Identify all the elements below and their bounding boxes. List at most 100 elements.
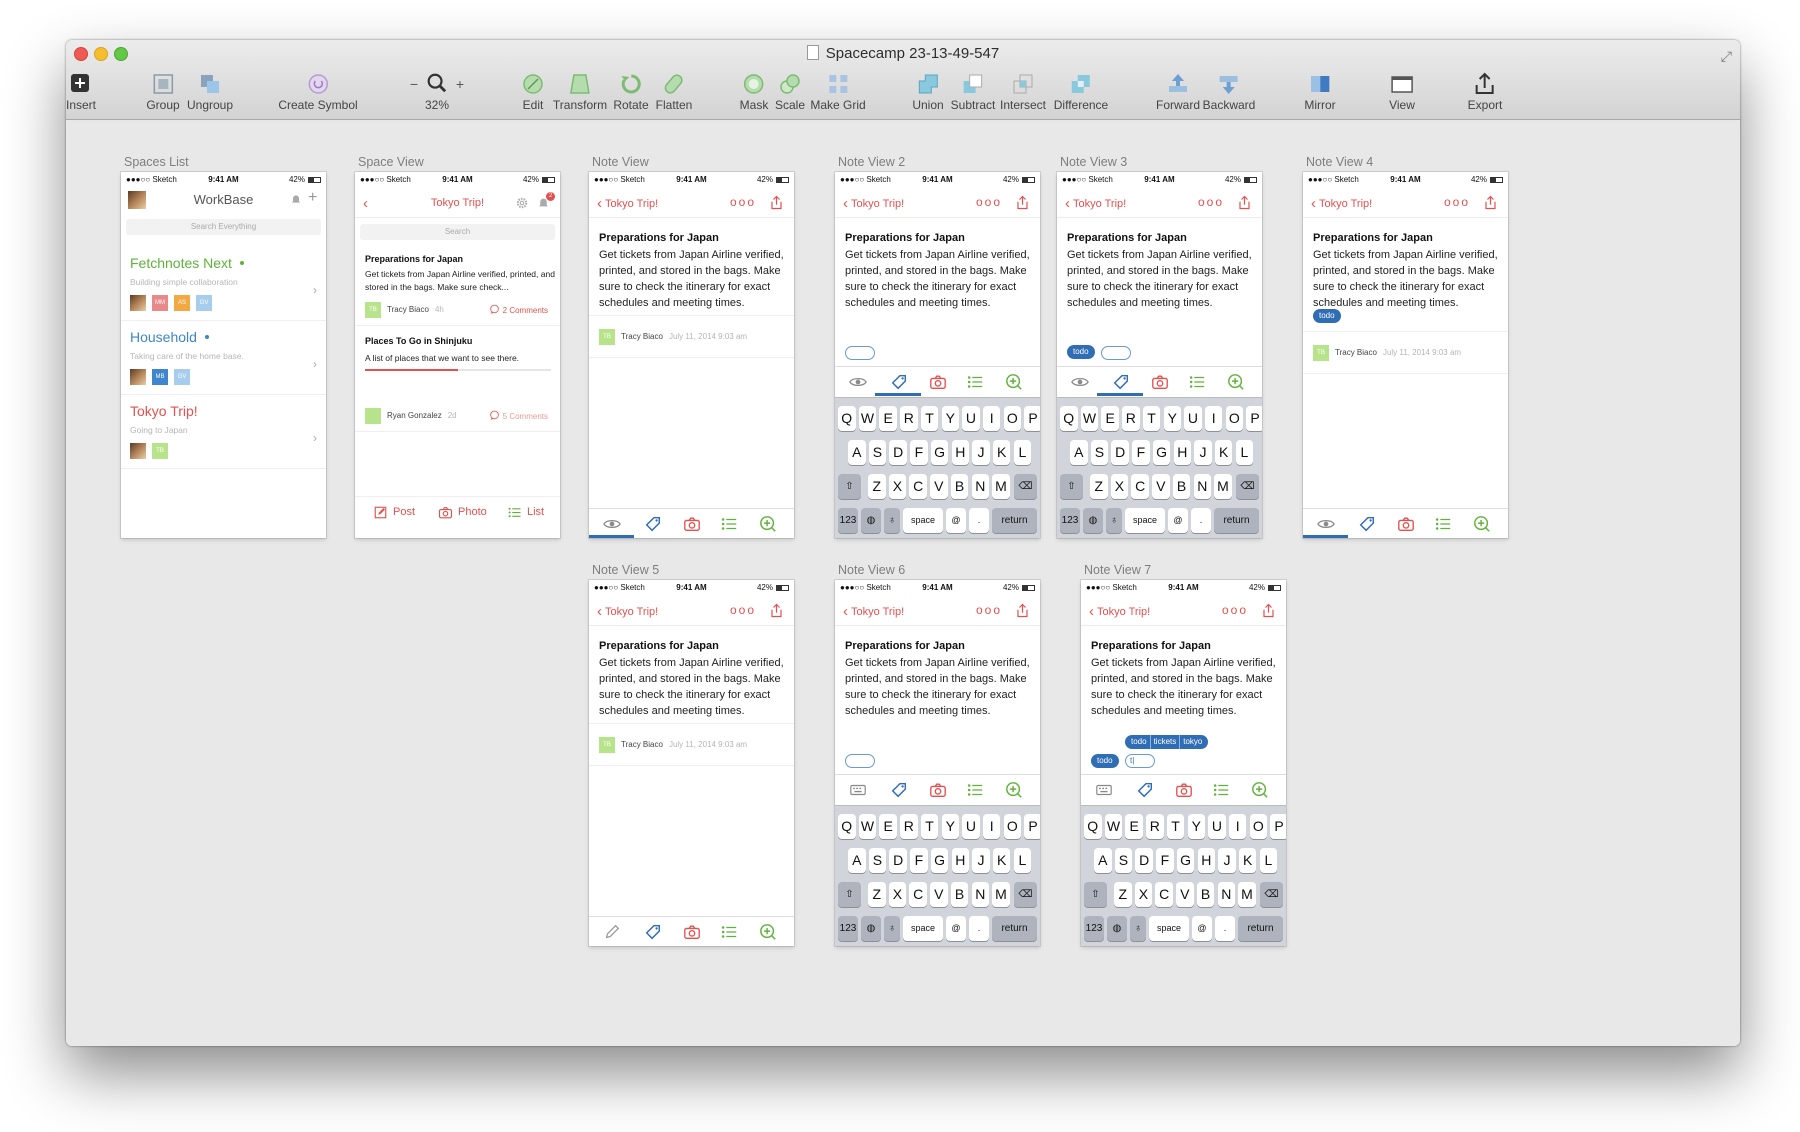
at-key[interactable]: @: [946, 508, 966, 533]
key-w[interactable]: W: [858, 406, 877, 431]
globe-key[interactable]: ◍: [861, 508, 881, 533]
key-y[interactable]: Y: [1163, 406, 1181, 431]
space-name[interactable]: Tokyo Trip!: [130, 403, 198, 419]
key-u[interactable]: U: [1184, 406, 1202, 431]
more-button[interactable]: ooo: [730, 195, 756, 209]
shift-key[interactable]: ⇧: [1084, 882, 1107, 907]
globe-key[interactable]: ◍: [861, 916, 881, 941]
key-r[interactable]: R: [900, 406, 918, 431]
return-key[interactable]: return: [992, 916, 1037, 941]
key-f[interactable]: F: [910, 440, 928, 465]
tag-input[interactable]: [845, 346, 875, 360]
key-u[interactable]: U: [1208, 814, 1226, 839]
shift-key[interactable]: ⇧: [838, 474, 861, 499]
return-key[interactable]: return: [992, 508, 1037, 533]
space-key[interactable]: space: [903, 916, 943, 941]
at-key[interactable]: @: [1168, 508, 1188, 533]
tag-pill[interactable]: todo: [1067, 345, 1095, 359]
tag-suggestion[interactable]: todo: [1128, 735, 1150, 749]
addnote-icon[interactable]: [1227, 373, 1245, 391]
key-h[interactable]: H: [951, 440, 969, 465]
key-w[interactable]: W: [1080, 406, 1099, 431]
key-c[interactable]: C: [909, 882, 927, 907]
key-h[interactable]: H: [1197, 848, 1215, 873]
key-q[interactable]: Q: [838, 406, 856, 431]
action-list-button[interactable]: List: [507, 506, 544, 518]
key-c[interactable]: C: [909, 474, 927, 499]
key-a[interactable]: A: [1094, 848, 1112, 873]
key-p[interactable]: P: [1024, 406, 1040, 431]
key-e[interactable]: E: [1101, 406, 1119, 431]
key-g[interactable]: G: [1152, 440, 1171, 465]
artboard-spaces-list[interactable]: ●●●○○ Sketch 9:41 AM 42% WorkBase + Search Ev…: [121, 172, 326, 538]
key-n[interactable]: N: [971, 474, 989, 499]
shift-key[interactable]: ⇧: [1060, 474, 1083, 499]
tag-icon[interactable]: [644, 515, 662, 533]
zoom-out-button[interactable]: −: [410, 76, 418, 92]
mic-key[interactable]: ♁: [884, 916, 900, 941]
list-icon[interactable]: [1188, 373, 1206, 391]
key-z[interactable]: Z: [868, 882, 886, 907]
mic-key[interactable]: ♁: [1106, 508, 1122, 533]
key-o[interactable]: O: [1003, 406, 1022, 431]
key-b[interactable]: B: [1172, 474, 1191, 499]
fullscreen-icon[interactable]: ⤢: [1721, 48, 1732, 65]
canvas[interactable]: Spaces List ●●●○○ Sketch 9:41 AM 42% WorkBas…: [66, 121, 1740, 1046]
shift-key[interactable]: ⇧: [838, 882, 861, 907]
camera-icon[interactable]: [929, 373, 947, 391]
key-s[interactable]: S: [868, 848, 887, 873]
tag-icon[interactable]: [890, 373, 908, 391]
pencil-icon[interactable]: [603, 923, 621, 941]
eye-icon[interactable]: [1071, 373, 1089, 391]
more-button[interactable]: ooo: [730, 603, 756, 617]
key-s[interactable]: S: [1114, 848, 1133, 873]
artboard-note-view[interactable]: ●●●○○ Sketch 9:41 AM 42% ‹ Tokyo Trip! ooo Pre…: [589, 172, 794, 538]
comments-link[interactable]: 5 Comments: [489, 410, 548, 421]
difference-button[interactable]: Difference: [1054, 72, 1108, 112]
make-grid-button[interactable]: Make Grid: [810, 72, 866, 112]
dot-key[interactable]: .: [969, 916, 989, 941]
key-t[interactable]: T: [920, 406, 939, 431]
camera-icon[interactable]: [683, 515, 701, 533]
share-icon[interactable]: [1261, 602, 1276, 619]
key-l[interactable]: L: [1013, 848, 1032, 873]
tag-input[interactable]: t|: [1125, 754, 1155, 768]
forward-button[interactable]: Forward: [1156, 72, 1200, 112]
key-d[interactable]: D: [1111, 440, 1129, 465]
key-z[interactable]: Z: [868, 474, 886, 499]
artboard-note-view-4[interactable]: ●●●○○ Sketch 9:41 AM 42% ‹ Tokyo Trip! ooo Pre…: [1303, 172, 1508, 538]
key-d[interactable]: D: [889, 440, 907, 465]
tag-suggestion[interactable]: tokyo: [1179, 735, 1205, 749]
eye-icon[interactable]: [603, 515, 621, 533]
key-t[interactable]: T: [920, 814, 939, 839]
artboard-label[interactable]: Note View 2: [838, 155, 905, 169]
key-o[interactable]: O: [1225, 406, 1244, 431]
key-q[interactable]: Q: [1084, 814, 1102, 839]
artboard-label[interactable]: Spaces List: [124, 155, 189, 169]
key-v[interactable]: V: [1176, 882, 1194, 907]
key-d[interactable]: D: [889, 848, 907, 873]
key-e[interactable]: E: [879, 406, 897, 431]
action-post-button[interactable]: Post: [373, 506, 415, 519]
back-button[interactable]: ‹ Tokyo Trip!: [597, 603, 658, 620]
key-b[interactable]: B: [1196, 882, 1215, 907]
more-button[interactable]: ooo: [1198, 195, 1224, 209]
globe-key[interactable]: ◍: [1107, 916, 1127, 941]
key-j[interactable]: J: [972, 440, 990, 465]
share-icon[interactable]: [1483, 194, 1498, 211]
intersect-button[interactable]: Intersect: [1000, 72, 1046, 112]
edit-button[interactable]: Edit: [521, 72, 545, 112]
artboard-label[interactable]: Note View 7: [1084, 563, 1151, 577]
flatten-button[interactable]: Flatten: [656, 72, 692, 112]
key-t[interactable]: T: [1142, 406, 1161, 431]
key-y[interactable]: Y: [941, 406, 959, 431]
key-p[interactable]: P: [1024, 814, 1040, 839]
camera-icon[interactable]: [1397, 515, 1415, 533]
key-m[interactable]: M: [1238, 882, 1256, 907]
key-h[interactable]: H: [951, 848, 969, 873]
key-e[interactable]: E: [1125, 814, 1143, 839]
key-e[interactable]: E: [879, 814, 897, 839]
list-icon[interactable]: [1212, 781, 1230, 799]
key-v[interactable]: V: [930, 474, 948, 499]
key-d[interactable]: D: [1135, 848, 1153, 873]
